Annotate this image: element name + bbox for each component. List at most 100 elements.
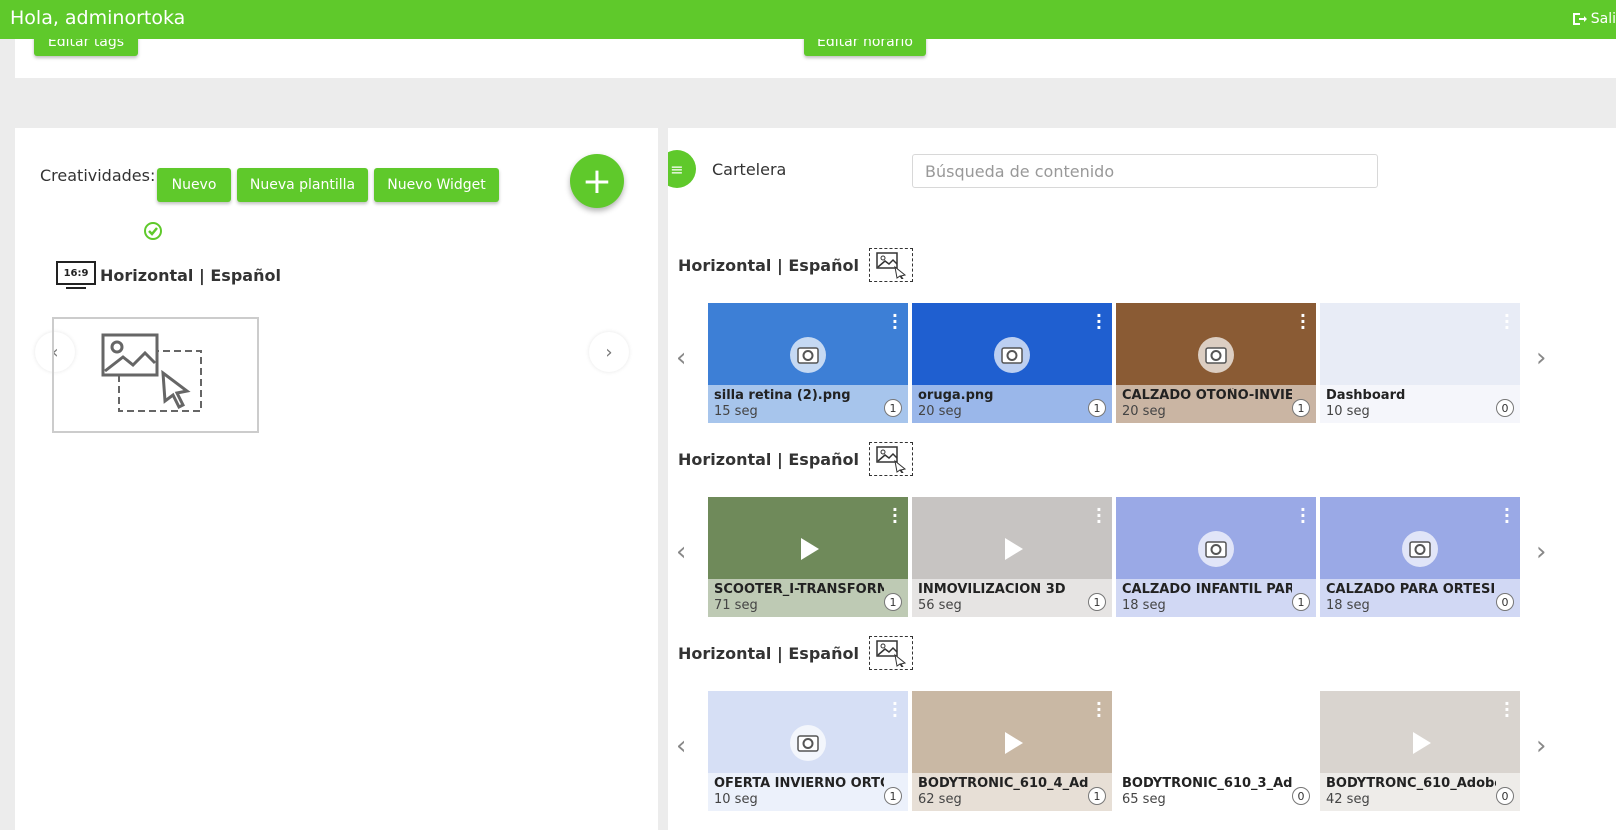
menu-icon[interactable]: ≡ [668,150,696,188]
content-duration: 56 seg [918,598,962,613]
content-card[interactable]: ··· CALZADO OTOÑO-INVIERN...20 seg 1 [1116,303,1316,423]
usage-count-badge: 1 [1088,787,1106,805]
group-title-label: Horizontal | Español [678,643,859,663]
logout-icon [1572,13,1587,25]
usage-count-badge: 0 [1496,787,1514,805]
content-duration: 15 seg [714,404,758,419]
more-options-icon[interactable]: · · · [892,502,898,530]
more-options-icon[interactable]: · · · [1096,696,1102,724]
new-button[interactable]: Nuevo [157,168,231,202]
content-name: silla retina (2).png [714,388,851,403]
image-placeholder-icon[interactable] [868,248,913,282]
usage-count-badge: 0 [1496,399,1514,417]
content-card[interactable]: ··· SCOOTER_I-TRANSFORME...71 seg 1 [708,497,908,617]
next-arrow[interactable]: › [589,332,629,372]
content-duration: 20 seg [1122,404,1166,419]
usage-count-badge: 1 [884,593,902,611]
content-card[interactable]: · · · INMOVILIZACION 3D 56 seg 1 [912,497,1112,617]
content-duration: 18 seg [1122,598,1166,613]
play-icon [1400,723,1440,767]
usage-count-badge: 1 [1292,593,1310,611]
image-placeholder-icon[interactable] [868,442,913,476]
next-arrow[interactable]: › [1536,537,1546,567]
usage-count-badge: 1 [1088,593,1106,611]
more-options-icon[interactable]: · · · [892,696,898,724]
more-options-icon[interactable]: · · · [1300,308,1306,336]
content-card[interactable]: · · · oruga.png 20 seg 1 [912,303,1112,423]
search-input[interactable] [912,154,1378,188]
layout-preview[interactable] [52,317,259,433]
usage-count-badge: 0 [1496,593,1514,611]
content-card[interactable]: · · · silla retina (2).png 15 seg 1 [708,303,908,423]
content-duration: 71 seg [714,598,758,613]
prev-arrow[interactable]: ‹ [676,343,686,373]
check-circle-icon [144,222,162,240]
camera-icon [1196,529,1236,573]
usage-count-badge: 1 [1292,399,1310,417]
usage-count-badge: 1 [884,787,902,805]
image-placeholder-icon [101,333,202,412]
content-card[interactable]: ··· BODYTRONC_610_AdobeE...42 seg 0 [1320,691,1520,811]
camera-icon [992,335,1032,379]
top-bar: Hola, adminortoka Sali [0,0,1616,39]
content-row: ‹ ··· SCOOTER_I-TRANSFORME...71 seg 1 ··· INM… [668,497,1616,617]
greeting: Hola, adminortoka [10,7,186,29]
content-duration: 42 seg [1326,792,1370,807]
content-library-panel: ≡ Cartelera Horizontal | Español ‹ ··· sill… [668,128,1616,830]
camera-icon [1196,335,1236,379]
logout-button[interactable]: Sali [1571,11,1616,27]
more-options-icon[interactable]: · · · [1504,696,1510,724]
play-icon [992,529,1032,573]
content-card[interactable]: ··· OFERTA INVIERNO ORTOKA...10 seg 1 [708,691,908,811]
content-name: INMOVILIZACION 3D [918,582,1066,597]
content-name: SCOOTER_I-TRANSFORME... [714,582,884,597]
new-template-button[interactable]: Nueva plantilla [237,168,368,202]
content-duration: 10 seg [714,792,758,807]
content-duration: 18 seg [1326,598,1370,613]
layout-title: Horizontal | Español [100,266,281,285]
content-name: CALZADO PARA ORTESIS IN... [1326,582,1496,597]
next-arrow[interactable]: › [1536,731,1546,761]
image-placeholder-icon[interactable] [868,636,913,670]
aspect-ratio-icon: 16:9 [56,261,96,289]
playlist-label: Cartelera [712,160,787,179]
new-widget-button[interactable]: Nuevo Widget [374,168,499,202]
content-card[interactable]: ··· CALZADO INFANTIL PARA A...18 seg 1 [1116,497,1316,617]
content-name: CALZADO INFANTIL PARA A... [1122,582,1292,597]
creatives-panel: Creatividades: Nuevo Nueva plantilla Nue… [15,128,658,830]
usage-count-badge: 1 [1088,399,1106,417]
content-duration: 62 seg [918,792,962,807]
logout-label: Sali [1590,11,1616,27]
play-icon [788,529,828,573]
content-card[interactable]: BODYTRONIC_610_3_Ado...65 seg 0 [1116,691,1316,811]
group-title-label: Horizontal | Español [678,255,859,275]
camera-icon [788,335,828,379]
content-card[interactable]: ··· BODYTRONIC_610_4_Ado...62 seg 1 [912,691,1112,811]
content-name: BODYTRONIC_610_4_Ado... [918,776,1088,791]
next-arrow[interactable]: › [1536,343,1546,373]
add-icon[interactable]: + [570,154,624,208]
group-title: Horizontal | Español [678,636,913,670]
content-name: oruga.png [918,388,994,403]
more-options-icon[interactable]: · · · [892,308,898,336]
content-card[interactable]: ··· CALZADO PARA ORTESIS IN...18 seg 0 [1320,497,1520,617]
more-options-icon[interactable]: · · · [1096,308,1102,336]
group-title: Horizontal | Español [678,442,913,476]
more-options-icon[interactable]: · · · [1096,502,1102,530]
content-card[interactable]: · · · Dashboard 10 seg 0 [1320,303,1520,423]
more-options-icon[interactable]: · · · [1504,308,1510,336]
usage-count-badge: 0 [1292,787,1310,805]
aspect-ratio-badge: 16:9 [56,261,96,285]
content-duration: 20 seg [918,404,962,419]
group-title-label: Horizontal | Español [678,449,859,469]
content-name: BODYTRONC_610_AdobeE... [1326,776,1496,791]
prev-arrow[interactable]: ‹ [676,537,686,567]
content-row: ‹ ··· OFERTA INVIERNO ORTOKA...10 seg 1 ··· B… [668,691,1616,811]
content-name: BODYTRONIC_610_3_Ado... [1122,776,1292,791]
prev-arrow[interactable]: ‹ [676,731,686,761]
play-icon [992,723,1032,767]
more-options-icon[interactable]: · · · [1504,502,1510,530]
more-options-icon[interactable]: · · · [1300,502,1306,530]
content-duration: 65 seg [1122,792,1166,807]
creatives-label: Creatividades: [40,166,156,185]
